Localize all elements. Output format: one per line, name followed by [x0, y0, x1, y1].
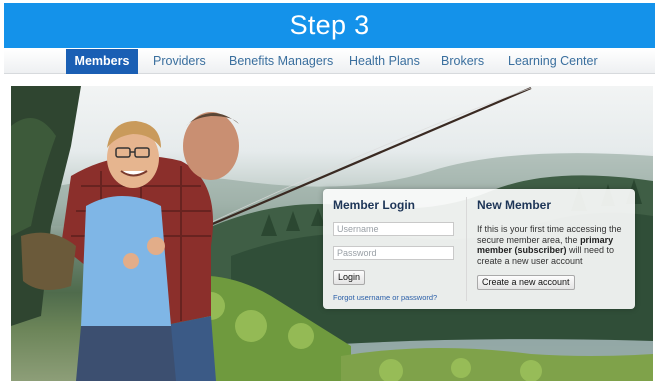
nav-item-brokers[interactable]: Brokers [441, 49, 484, 74]
forgot-credentials-link[interactable]: Forgot username or password? [333, 293, 437, 302]
nav-item-health-plans[interactable]: Health Plans [349, 49, 420, 74]
create-account-button[interactable]: Create a new account [477, 275, 575, 290]
step-title: Step 3 [289, 10, 370, 40]
password-input[interactable] [333, 246, 454, 260]
nav-item-members[interactable]: Members [66, 49, 138, 74]
nav-item-providers[interactable]: Providers [153, 49, 206, 74]
login-button[interactable]: Login [333, 270, 366, 285]
nav-item-benefits-managers[interactable]: Benefits Managers [229, 49, 333, 74]
new-member-title: New Member [477, 198, 552, 212]
login-panel: Member Login Login Forgot username or pa… [323, 189, 635, 309]
new-member-description: If this is your first time accessing the… [477, 224, 632, 266]
step-banner: Step 3 [4, 3, 655, 48]
panel-divider [466, 197, 467, 301]
nav-item-learning-center[interactable]: Learning Center [508, 49, 598, 74]
main-nav: Members Providers Benefits Managers Heal… [4, 49, 655, 74]
member-login-title: Member Login [333, 198, 416, 212]
username-input[interactable] [333, 222, 454, 236]
